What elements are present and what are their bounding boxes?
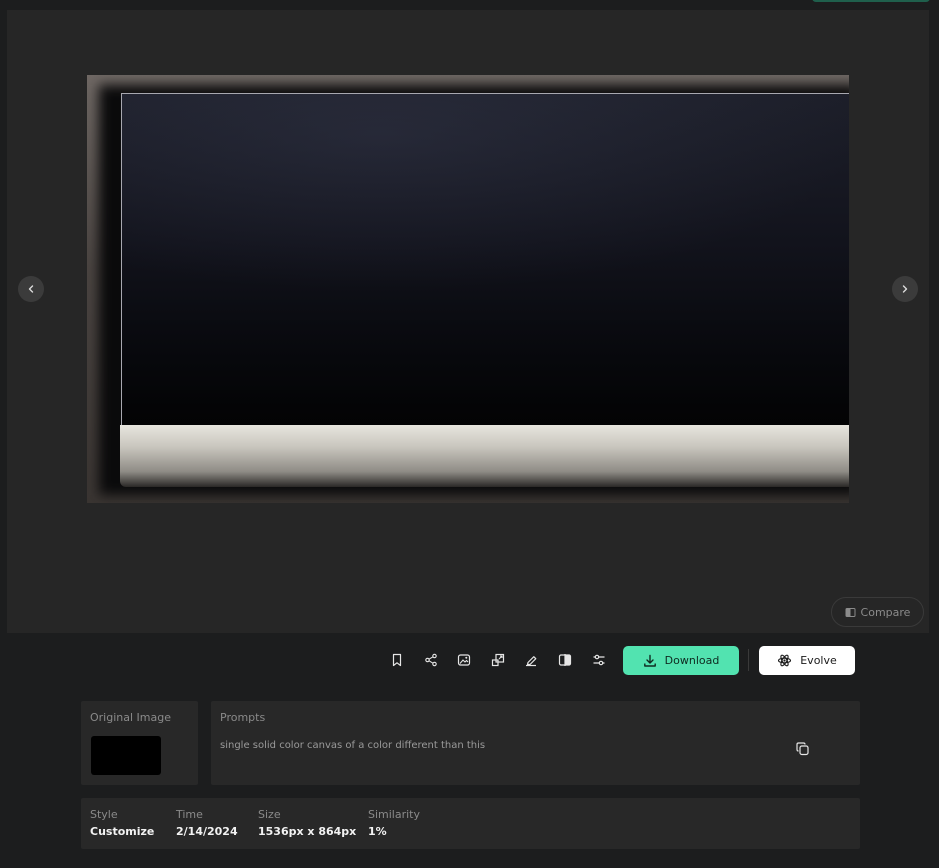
evolve-label: Evolve bbox=[800, 654, 837, 667]
meta-size-value: 1536px x 864px bbox=[258, 825, 357, 838]
image-bezel bbox=[120, 425, 849, 487]
compare-split-icon[interactable] bbox=[555, 650, 575, 670]
meta-time-value: 2/14/2024 bbox=[176, 825, 238, 838]
meta-style-label: Style bbox=[90, 808, 118, 821]
bookmark-icon[interactable] bbox=[387, 650, 407, 670]
erase-icon[interactable] bbox=[521, 650, 541, 670]
compare-button[interactable]: Compare bbox=[831, 597, 924, 627]
meta-time: Time 2/14/2024 bbox=[176, 808, 238, 838]
previous-image-button[interactable] bbox=[18, 276, 44, 302]
copy-icon bbox=[795, 741, 809, 755]
upscale-icon[interactable] bbox=[488, 650, 508, 670]
next-image-button[interactable] bbox=[892, 276, 918, 302]
compare-label: Compare bbox=[860, 605, 911, 619]
download-button[interactable]: Download bbox=[623, 646, 739, 675]
chevron-left-icon bbox=[28, 285, 34, 293]
meta-similarity: Similarity 1% bbox=[368, 808, 420, 838]
image-screen-area bbox=[121, 93, 849, 425]
compare-icon bbox=[845, 607, 856, 617]
generated-image bbox=[87, 75, 849, 503]
meta-time-label: Time bbox=[176, 808, 203, 821]
download-label: Download bbox=[664, 654, 720, 667]
meta-size-label: Size bbox=[258, 808, 281, 821]
meta-style: Style Customize bbox=[90, 808, 154, 838]
original-image-thumbnail[interactable] bbox=[91, 736, 161, 775]
image-metadata-card: Style Customize Time 2/14/2024 Size 1536… bbox=[81, 798, 860, 849]
prompts-card: Prompts single solid color canvas of a c… bbox=[211, 701, 860, 785]
evolve-icon bbox=[778, 654, 792, 667]
meta-size: Size 1536px x 864px bbox=[258, 808, 356, 838]
meta-similarity-value: 1% bbox=[368, 825, 387, 838]
chevron-right-icon bbox=[902, 285, 908, 293]
original-image-card: Original Image bbox=[81, 701, 198, 785]
prompts-label: Prompts bbox=[220, 711, 266, 724]
meta-style-value: Customize bbox=[90, 825, 155, 838]
copy-prompt-button[interactable] bbox=[792, 738, 812, 758]
sliders-icon[interactable] bbox=[589, 650, 609, 670]
evolve-button[interactable]: Evolve bbox=[759, 646, 855, 675]
original-image-label: Original Image bbox=[90, 711, 171, 724]
prompt-text: single solid color canvas of a color dif… bbox=[220, 740, 486, 751]
top-accent-bar bbox=[812, 0, 930, 2]
meta-similarity-label: Similarity bbox=[368, 808, 421, 821]
toolbar-divider bbox=[748, 649, 749, 671]
share-icon[interactable] bbox=[421, 650, 441, 670]
image-icon[interactable] bbox=[454, 650, 474, 670]
download-icon bbox=[643, 654, 656, 667]
